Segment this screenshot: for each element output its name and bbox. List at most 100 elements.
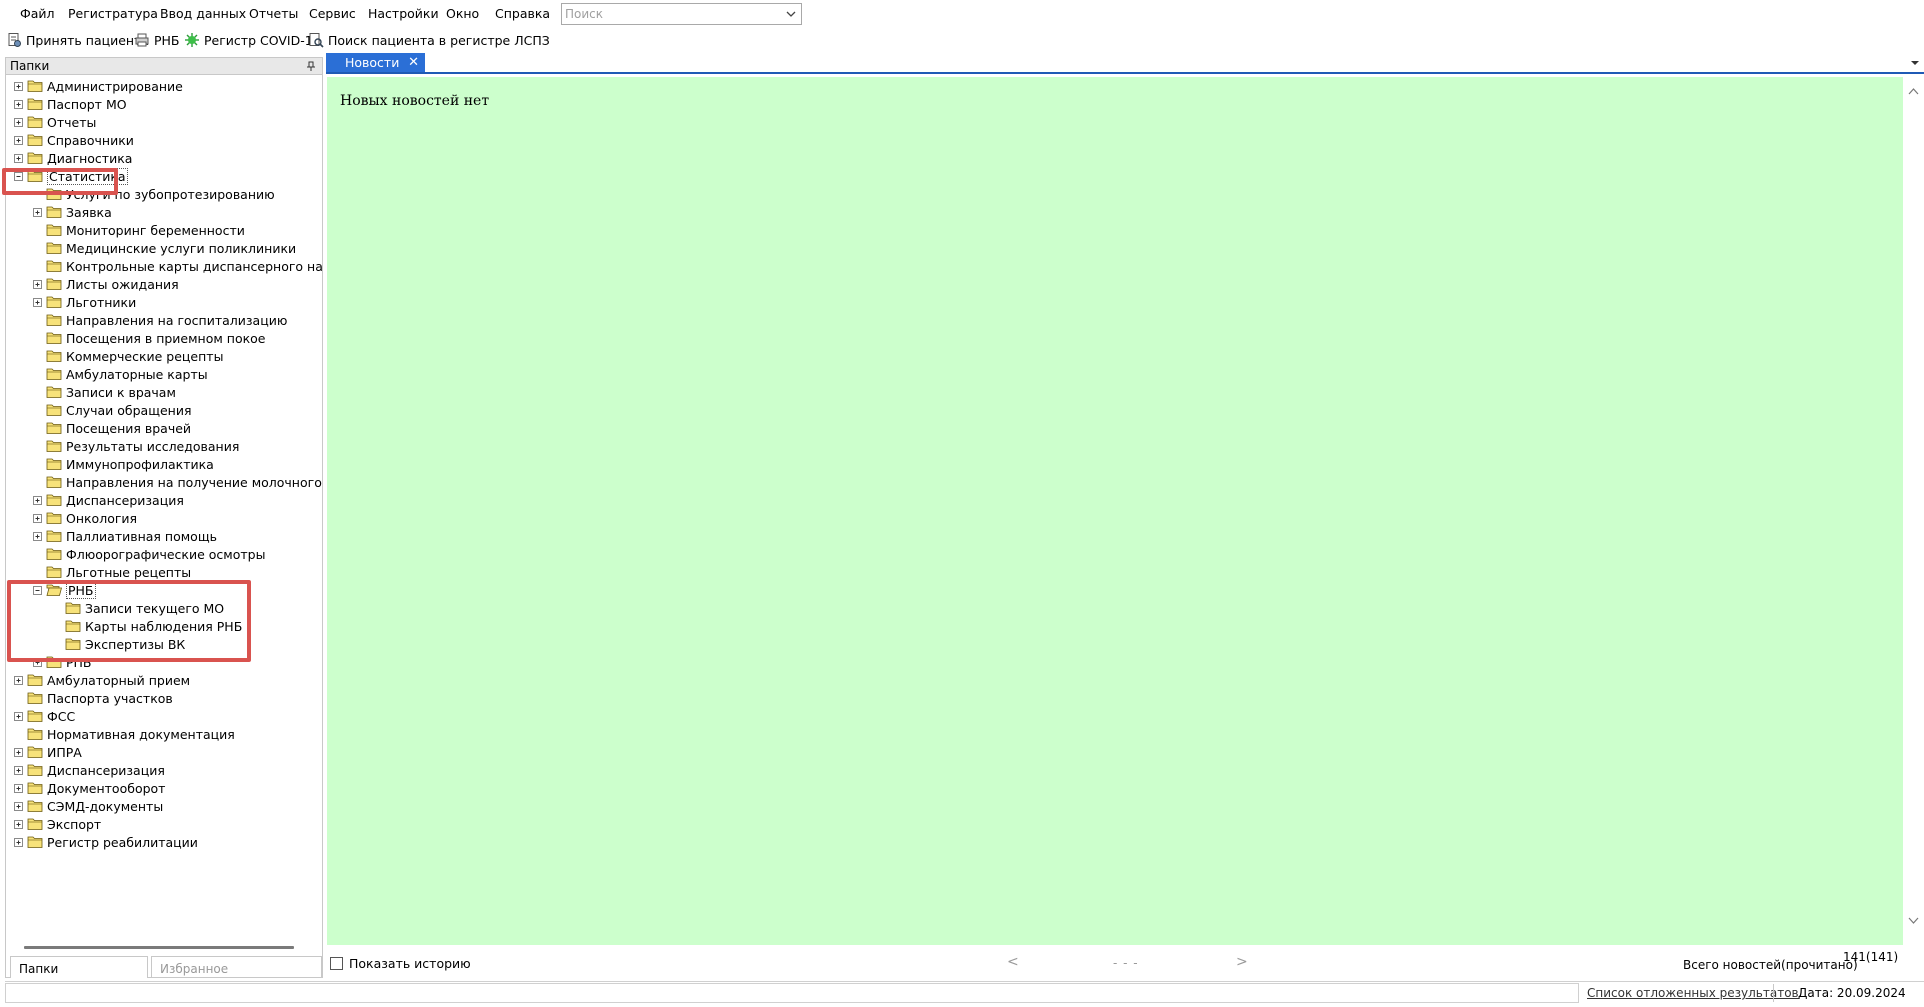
- tree-item[interactable]: Льготные рецепты: [32, 563, 191, 581]
- tab-favorites[interactable]: Избранное: [151, 956, 322, 978]
- tree-item[interactable]: Документооборот: [13, 779, 165, 797]
- menu-registry[interactable]: Регистратура: [68, 6, 158, 21]
- tree-item[interactable]: Мониторинг беременности: [32, 221, 245, 239]
- chevron-down-icon[interactable]: [784, 7, 798, 21]
- tree-item[interactable]: Администрирование: [13, 77, 183, 95]
- tree-item[interactable]: Паспорта участков: [13, 689, 173, 707]
- tree-item[interactable]: Записи к врачам: [32, 383, 176, 401]
- expand-plus-icon[interactable]: [13, 81, 24, 92]
- tree-item[interactable]: Направления на госпитализацию: [32, 311, 287, 329]
- tree-item[interactable]: Карты наблюдения РНБ: [51, 617, 242, 635]
- tree-item[interactable]: Коммерческие рецепты: [32, 347, 223, 365]
- tree-item[interactable]: Контрольные карты диспансерного наблюден…: [32, 257, 322, 275]
- tree-item[interactable]: Диагностика: [13, 149, 132, 167]
- tree-item[interactable]: Диспансеризация: [13, 761, 165, 779]
- tree-item[interactable]: Результаты исследования: [32, 437, 239, 455]
- tree-item[interactable]: ФСС: [13, 707, 75, 725]
- expand-plus-icon[interactable]: [32, 279, 43, 290]
- tree-item[interactable]: Амбулаторные карты: [32, 365, 208, 383]
- menu-settings[interactable]: Настройки: [368, 6, 439, 21]
- tree-item[interactable]: РПБ: [32, 653, 92, 671]
- accept-patient-button[interactable]: Принять пациента: [6, 31, 149, 49]
- expand-plus-icon[interactable]: [13, 675, 24, 686]
- tree-item[interactable]: Иммунопрофилактика: [32, 455, 214, 473]
- next-page-button[interactable]: >: [1236, 954, 1248, 970]
- tab-folders[interactable]: Папки: [10, 956, 148, 978]
- expand-plus-icon[interactable]: [13, 711, 24, 722]
- collapse-minus-icon[interactable]: [32, 585, 43, 596]
- tree-item[interactable]: СЭМД-документы: [13, 797, 163, 815]
- tree-item[interactable]: Регистр реабилитации: [13, 833, 198, 851]
- tree-item[interactable]: Статистика: [13, 167, 128, 185]
- scroll-down-icon[interactable]: [1908, 917, 1919, 925]
- tree-item[interactable]: Экспертизы ВК: [51, 635, 185, 653]
- tree-item[interactable]: Диспансеризация: [32, 491, 184, 509]
- menu-reports[interactable]: Отчеты: [249, 6, 298, 21]
- tree-item[interactable]: Экспорт: [13, 815, 101, 833]
- expand-plus-icon[interactable]: [32, 657, 43, 668]
- search-input[interactable]: [562, 4, 782, 24]
- tree-item[interactable]: Случаи обращения: [32, 401, 192, 419]
- tree-item[interactable]: Отчеты: [13, 113, 96, 131]
- tree-item[interactable]: Льготники: [32, 293, 136, 311]
- tree-item[interactable]: Услуги по зубопротезированию: [32, 185, 275, 203]
- expand-plus-icon[interactable]: [32, 207, 43, 218]
- expand-plus-icon[interactable]: [13, 837, 24, 848]
- prev-page-button[interactable]: <: [1007, 954, 1019, 970]
- pin-icon[interactable]: [306, 61, 316, 71]
- tree-item[interactable]: Листы ожидания: [32, 275, 179, 293]
- expand-plus-icon[interactable]: [13, 747, 24, 758]
- tree-item[interactable]: РНБ: [32, 581, 96, 599]
- folder-icon: [46, 350, 62, 362]
- covid-register-button[interactable]: Регистр COVID-19: [184, 31, 321, 49]
- tree-item[interactable]: Паспорт МО: [13, 95, 127, 113]
- tree-item-label: Записи к врачам: [66, 384, 176, 400]
- expand-plus-icon[interactable]: [13, 99, 24, 110]
- tree-item[interactable]: Направления на получение молочного питан…: [32, 473, 322, 491]
- tree-item[interactable]: Онкология: [32, 509, 137, 527]
- tree-item[interactable]: Медицинские услуги поликлиники: [32, 239, 296, 257]
- expand-plus-icon[interactable]: [32, 495, 43, 506]
- collapse-minus-icon[interactable]: [13, 171, 24, 182]
- menu-window[interactable]: Окно: [446, 6, 479, 21]
- tab-news[interactable]: Новости ✕: [326, 53, 425, 72]
- scroll-up-icon[interactable]: [1908, 87, 1919, 95]
- show-history-label[interactable]: Показать историю: [349, 956, 471, 971]
- tree-item[interactable]: Флюорографические осмотры: [32, 545, 265, 563]
- expand-plus-icon[interactable]: [32, 297, 43, 308]
- tree-item[interactable]: Амбулаторный прием: [13, 671, 190, 689]
- expand-plus-icon[interactable]: [13, 153, 24, 164]
- close-icon[interactable]: ✕: [408, 55, 419, 70]
- tree-item[interactable]: Посещения в приемном покое: [32, 329, 266, 347]
- search-combobox[interactable]: [561, 3, 802, 25]
- expand-plus-icon[interactable]: [32, 531, 43, 542]
- menu-help[interactable]: Справка: [495, 6, 550, 21]
- show-history-checkbox[interactable]: [330, 957, 343, 970]
- tree-item[interactable]: Записи текущего МО: [51, 599, 224, 617]
- expand-plus-icon[interactable]: [13, 765, 24, 776]
- tree-item[interactable]: Посещения врачей: [32, 419, 191, 437]
- horizontal-scrollbar[interactable]: [24, 946, 294, 949]
- rnb-button[interactable]: РНБ: [134, 31, 180, 49]
- menu-data-entry[interactable]: Ввод данных: [160, 6, 246, 21]
- expand-plus-icon[interactable]: [13, 783, 24, 794]
- tree-item[interactable]: Справочники: [13, 131, 134, 149]
- expand-plus-icon[interactable]: [13, 117, 24, 128]
- document-tabs: Новости ✕: [326, 53, 1924, 74]
- tree-item[interactable]: ИПРА: [13, 743, 82, 761]
- tree-spacer: [32, 423, 43, 434]
- tree-item[interactable]: Паллиативная помощь: [32, 527, 217, 545]
- menu-service[interactable]: Сервис: [309, 6, 356, 21]
- lspz-search-button[interactable]: Поиск пациента в регистре ЛСПЗ: [308, 31, 550, 49]
- expand-plus-icon[interactable]: [13, 819, 24, 830]
- deferred-results-link[interactable]: Список отложенных результатов: [1587, 986, 1799, 1000]
- expand-plus-icon[interactable]: [13, 801, 24, 812]
- vertical-scrollbar[interactable]: [1903, 77, 1924, 945]
- menu-file[interactable]: Файл: [20, 6, 55, 21]
- tree-item[interactable]: Заявка: [32, 203, 112, 221]
- expand-plus-icon[interactable]: [13, 135, 24, 146]
- news-content: Новых новостей нет: [327, 77, 1903, 945]
- expand-plus-icon[interactable]: [32, 513, 43, 524]
- tab-list-dropdown-icon[interactable]: [1910, 59, 1920, 67]
- tree-item[interactable]: Нормативная документация: [13, 725, 235, 743]
